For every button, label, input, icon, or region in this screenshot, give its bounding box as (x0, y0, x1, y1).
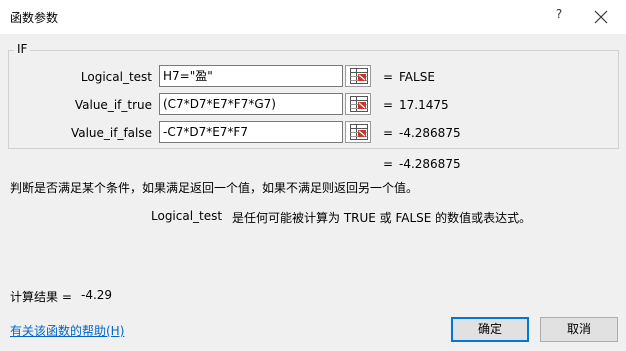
logical-test-result: FALSE (399, 70, 435, 84)
arg-label-value-if-false: Value_if_false (70, 126, 152, 140)
collapse-dialog-icon (350, 96, 368, 112)
logical-test-range-selector[interactable] (345, 65, 371, 87)
arg-label-value-if-true: Value_if_true (74, 98, 152, 112)
logical-test-input[interactable]: H7="盈" (159, 65, 343, 87)
title-bar: 函数参数 ? (0, 0, 626, 34)
function-arguments-dialog: 函数参数 ? IF Logical_test H7="盈" = FALSE Va… (0, 0, 626, 351)
value-if-false-result: -4.286875 (399, 126, 461, 140)
close-icon (594, 10, 608, 24)
dialog-title: 函数参数 (10, 11, 59, 25)
close-button[interactable] (588, 5, 614, 29)
value-if-true-input[interactable]: (C7*D7*E7*F7*G7) (159, 93, 343, 115)
formula-result: -4.286875 (399, 157, 461, 171)
ok-button[interactable]: 确定 (451, 317, 529, 342)
argument-description-name: Logical_test (151, 209, 223, 223)
value-if-false-input[interactable]: -C7*D7*E7*F7 (159, 121, 343, 143)
help-button[interactable]: ? (549, 7, 569, 27)
calc-result-value: -4.29 (81, 288, 113, 302)
collapse-dialog-icon (350, 68, 368, 84)
value-if-true-range-selector[interactable] (345, 93, 371, 115)
value-if-true-result: 17.1475 (399, 98, 449, 112)
value-if-false-equals: = (383, 126, 394, 140)
cancel-button[interactable]: 取消 (540, 317, 618, 342)
function-help-link[interactable]: 有关该函数的帮助(H) (10, 322, 124, 339)
argument-description-text: 是任何可能被计算为 TRUE 或 FALSE 的数值或表达式。 (232, 211, 532, 225)
function-description: 判断是否满足某个条件，如果满足返回一个值，如果不满足则返回另一个值。 (10, 181, 419, 195)
value-if-true-equals: = (383, 98, 394, 112)
function-name: IF (14, 42, 31, 56)
arg-label-logical-test: Logical_test (80, 70, 152, 84)
value-if-false-range-selector[interactable] (345, 121, 371, 143)
formula-equals: = (383, 157, 394, 171)
calc-result-label: 计算结果 = (10, 290, 72, 304)
logical-test-equals: = (383, 70, 394, 84)
collapse-dialog-icon (350, 124, 368, 140)
